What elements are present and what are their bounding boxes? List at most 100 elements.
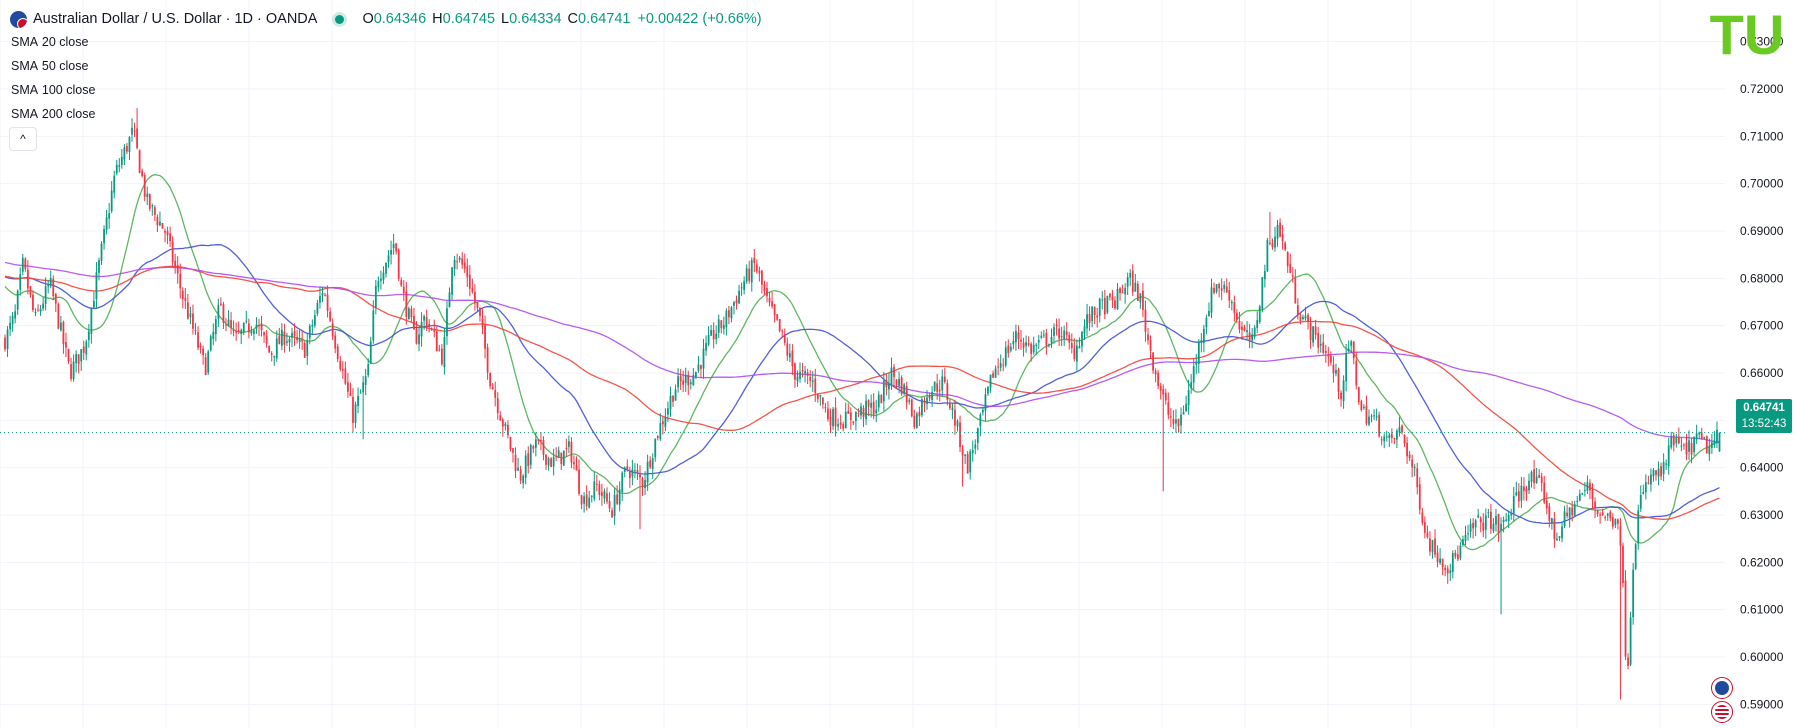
candle-body xyxy=(1106,296,1109,313)
symbol-title[interactable]: Australian Dollar / U.S. Dollar · 1D · O… xyxy=(33,11,317,27)
candle-body xyxy=(374,285,377,308)
candle xyxy=(151,203,154,216)
candle-body xyxy=(34,311,37,313)
candle-body xyxy=(359,392,362,394)
candle-body xyxy=(171,241,174,263)
candle-body xyxy=(435,331,438,352)
candle xyxy=(75,350,78,373)
candle-body xyxy=(611,510,613,518)
candle-body xyxy=(956,421,959,427)
candle xyxy=(1116,283,1119,311)
candle-body xyxy=(1342,380,1345,402)
candle-body xyxy=(108,213,111,219)
candle-body xyxy=(532,446,535,449)
candle-body xyxy=(415,328,418,344)
candle xyxy=(1342,375,1345,409)
candle-body xyxy=(1406,442,1408,457)
candle xyxy=(1091,306,1094,328)
candle xyxy=(631,459,634,486)
candle-body xyxy=(70,364,72,380)
candle xyxy=(4,334,6,352)
au-event-flag-icon[interactable] xyxy=(1711,677,1733,699)
candle xyxy=(1591,483,1594,510)
candle xyxy=(100,241,103,265)
candle-body xyxy=(1253,327,1256,337)
candle xyxy=(1525,485,1528,501)
collapse-legend-button[interactable]: ^ xyxy=(9,127,37,151)
bar-countdown: 13:52:43 xyxy=(1741,418,1787,430)
candle-body xyxy=(37,309,39,311)
candle-body xyxy=(578,469,580,494)
candle xyxy=(776,314,779,321)
candle-body xyxy=(1403,434,1406,444)
candle-body xyxy=(593,481,596,499)
price-axis[interactable]: 0.59000 0.60000 0.61000 0.62000 0.63000 0.640… xyxy=(1727,0,1800,728)
candle-body xyxy=(153,207,156,215)
candle-body xyxy=(1421,512,1424,523)
candle-body xyxy=(1472,522,1475,529)
candle-body xyxy=(283,331,286,345)
candle xyxy=(197,326,199,351)
candle-body xyxy=(491,387,494,390)
candle xyxy=(1647,475,1650,485)
candle-body xyxy=(1423,522,1426,533)
candle xyxy=(166,226,169,245)
candle xyxy=(1406,436,1408,464)
candle-body xyxy=(1360,401,1363,410)
candle-body xyxy=(819,395,822,397)
candle-body xyxy=(1114,300,1116,309)
candle xyxy=(623,466,626,478)
candle xyxy=(1121,284,1124,294)
candle xyxy=(1167,392,1170,420)
candle-body xyxy=(1716,429,1718,443)
candle-body xyxy=(331,323,334,337)
candle-body xyxy=(527,453,530,466)
candle xyxy=(136,107,138,150)
candle-body xyxy=(1533,469,1535,484)
candle-body xyxy=(852,421,855,423)
us-event-flag-icon[interactable] xyxy=(1711,701,1733,723)
candle-body xyxy=(1396,430,1398,440)
candle xyxy=(1700,427,1703,440)
sma-100-legend[interactable]: SMA 100 close xyxy=(11,83,95,97)
candle-body xyxy=(463,262,466,269)
candle-body xyxy=(768,297,771,303)
candle xyxy=(181,287,184,309)
sma-20-legend[interactable]: SMA 20 close xyxy=(11,35,88,49)
candle-body xyxy=(1456,554,1459,560)
candle-body xyxy=(1451,553,1454,572)
candle xyxy=(1446,565,1449,584)
sma-50-legend[interactable]: SMA 50 close xyxy=(11,59,88,73)
candle xyxy=(1629,611,1632,667)
candle-body xyxy=(839,422,842,425)
candle-body xyxy=(1136,283,1139,301)
candle-body xyxy=(872,401,875,415)
candle-body xyxy=(1662,461,1665,475)
candle xyxy=(1139,293,1142,309)
candle-body xyxy=(237,330,240,333)
candle-body xyxy=(857,413,860,415)
candle xyxy=(352,388,354,433)
candle xyxy=(519,465,522,485)
candle xyxy=(621,471,624,501)
candle-body xyxy=(1688,440,1690,452)
candle-body xyxy=(258,325,260,327)
candle xyxy=(601,483,603,506)
candle xyxy=(1208,302,1210,317)
candle xyxy=(915,411,918,429)
candle xyxy=(1180,407,1182,434)
candle xyxy=(862,405,865,428)
candle-body xyxy=(329,311,332,321)
candle-body xyxy=(1650,474,1652,485)
sma-200-legend[interactable]: SMA 200 close xyxy=(11,107,95,121)
candle xyxy=(943,367,946,384)
candle-body xyxy=(641,478,644,488)
candle xyxy=(715,325,718,345)
candle-body xyxy=(562,450,565,466)
candle-body xyxy=(1495,516,1497,525)
price-chart[interactable]: 0.59000 0.60000 0.61000 0.62000 0.63000 0.640… xyxy=(0,0,1800,728)
candle-body xyxy=(1553,518,1556,540)
candle xyxy=(369,336,372,364)
candle xyxy=(1093,306,1096,325)
candle-body xyxy=(1411,459,1414,468)
